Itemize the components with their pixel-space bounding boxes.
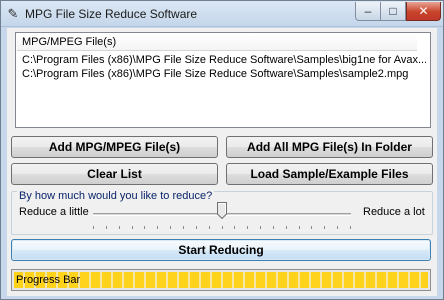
slider-tick bbox=[311, 226, 312, 229]
slider-tick bbox=[183, 226, 184, 229]
slider-tick bbox=[119, 226, 120, 229]
slider-tick bbox=[157, 226, 158, 229]
file-list[interactable]: MPG/MPEG File(s) C:\Program Files (x86)\… bbox=[15, 32, 431, 128]
clear-list-button[interactable]: Clear List bbox=[11, 163, 218, 185]
file-list-item[interactable]: C:\Program Files (x86)\MPG File Size Red… bbox=[22, 67, 426, 81]
slider-tick bbox=[273, 226, 274, 229]
file-list-rows: C:\Program Files (x86)\MPG File Size Red… bbox=[22, 53, 426, 81]
reduce-little-label: Reduce a little bbox=[19, 206, 89, 218]
slider-tick bbox=[286, 226, 287, 229]
slider-tick bbox=[106, 226, 107, 229]
maximize-button[interactable]: □ bbox=[381, 2, 406, 21]
slider-tick bbox=[132, 226, 133, 229]
window-title: MPG File Size Reduce Software bbox=[25, 7, 198, 21]
slider-tick bbox=[209, 226, 210, 229]
app-window: ✎ MPG File Size Reduce Software – □ ✕ MP… bbox=[0, 0, 444, 300]
slider-tick bbox=[247, 226, 248, 229]
minimize-button[interactable]: – bbox=[355, 2, 381, 21]
slider-tick bbox=[222, 226, 223, 229]
close-button[interactable]: ✕ bbox=[406, 2, 441, 21]
app-icon: ✎ bbox=[7, 6, 19, 21]
main-panel: MPG/MPEG File(s) C:\Program Files (x86)\… bbox=[7, 28, 437, 296]
slider-tick bbox=[234, 226, 235, 229]
start-reducing-button[interactable]: Start Reducing bbox=[11, 239, 431, 261]
slider-tick bbox=[170, 226, 171, 229]
add-files-button[interactable]: Add MPG/MPEG File(s) bbox=[11, 136, 218, 158]
slider-ticks bbox=[93, 226, 351, 230]
slider-tick bbox=[337, 226, 338, 229]
add-folder-button[interactable]: Add All MPG File(s) In Folder bbox=[226, 136, 433, 158]
slider-tick bbox=[260, 226, 261, 229]
slider-tick bbox=[93, 226, 94, 229]
load-sample-button[interactable]: Load Sample/Example Files bbox=[226, 163, 433, 185]
slider-tick bbox=[196, 226, 197, 229]
reduce-lot-label: Reduce a lot bbox=[363, 206, 425, 218]
title-bar[interactable]: ✎ MPG File Size Reduce Software – □ ✕ bbox=[1, 1, 443, 27]
progress-label: Progress Bar bbox=[16, 274, 81, 286]
file-list-header[interactable]: MPG/MPEG File(s) bbox=[17, 34, 417, 51]
slider-tick bbox=[350, 226, 351, 229]
slider-tick bbox=[324, 226, 325, 229]
reduction-question: By how much would you like to reduce? bbox=[17, 190, 215, 202]
slider-tick bbox=[144, 226, 145, 229]
progress-bar: Progress Bar bbox=[11, 269, 431, 291]
slider-thumb[interactable] bbox=[217, 202, 227, 220]
slider-tick bbox=[299, 226, 300, 229]
file-list-item[interactable]: C:\Program Files (x86)\MPG File Size Red… bbox=[22, 53, 426, 67]
